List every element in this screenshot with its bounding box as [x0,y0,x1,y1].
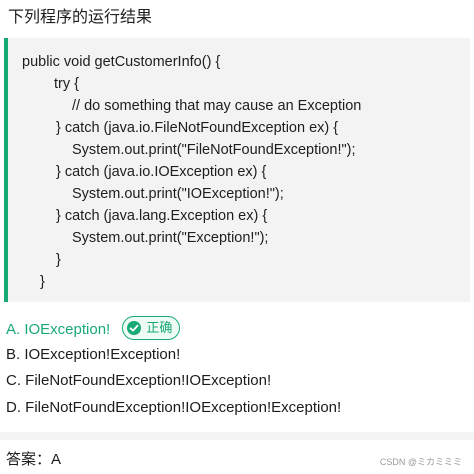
code-line: } [56,252,61,268]
code-line: System.out.print("IOException!"); [72,186,284,202]
code-line: } [40,274,45,290]
option-d-label: D. FileNotFoundException!IOException!Exc… [6,398,342,416]
code-block: public void getCustomerInfo() { try { //… [4,38,470,302]
divider [0,432,474,440]
watermark: CSDN @ミカミミミ [379,457,462,467]
code-line: System.out.print("Exception!"); [72,230,269,246]
option-a-label: A. IOException! [6,320,111,338]
option-b[interactable]: B. IOException!Exception! [6,345,341,372]
option-d[interactable]: D. FileNotFoundException!IOException!Exc… [6,398,341,425]
code-line: } catch (java.io.FileNotFoundException e… [56,120,339,136]
option-c[interactable]: C. FileNotFoundException!IOException! [6,371,341,398]
correct-badge-label: 正确 [146,320,173,335]
question-title: 下列程序的运行结果 [8,9,153,26]
code-line: } catch (java.lang.Exception ex) { [56,208,268,224]
correct-badge: 正确 [122,316,181,340]
check-circle-icon [127,321,142,335]
code-line: public void getCustomerInfo() { [22,54,221,70]
code-line: try { [54,76,79,92]
code-line: // do something that may cause an Except… [72,98,362,114]
code-line: System.out.print("FileNotFoundException!… [72,142,356,158]
code-line: } catch (java.io.IOException ex) { [56,164,267,180]
option-b-label: B. IOException!Exception! [6,345,181,363]
option-c-label: C. FileNotFoundException!IOException! [6,372,272,389]
option-a[interactable]: A. IOException! 正确 [6,316,341,345]
answer-text: 答案：A [6,451,62,468]
options-list: A. IOException! 正确 B. IOException!Except… [6,316,341,425]
